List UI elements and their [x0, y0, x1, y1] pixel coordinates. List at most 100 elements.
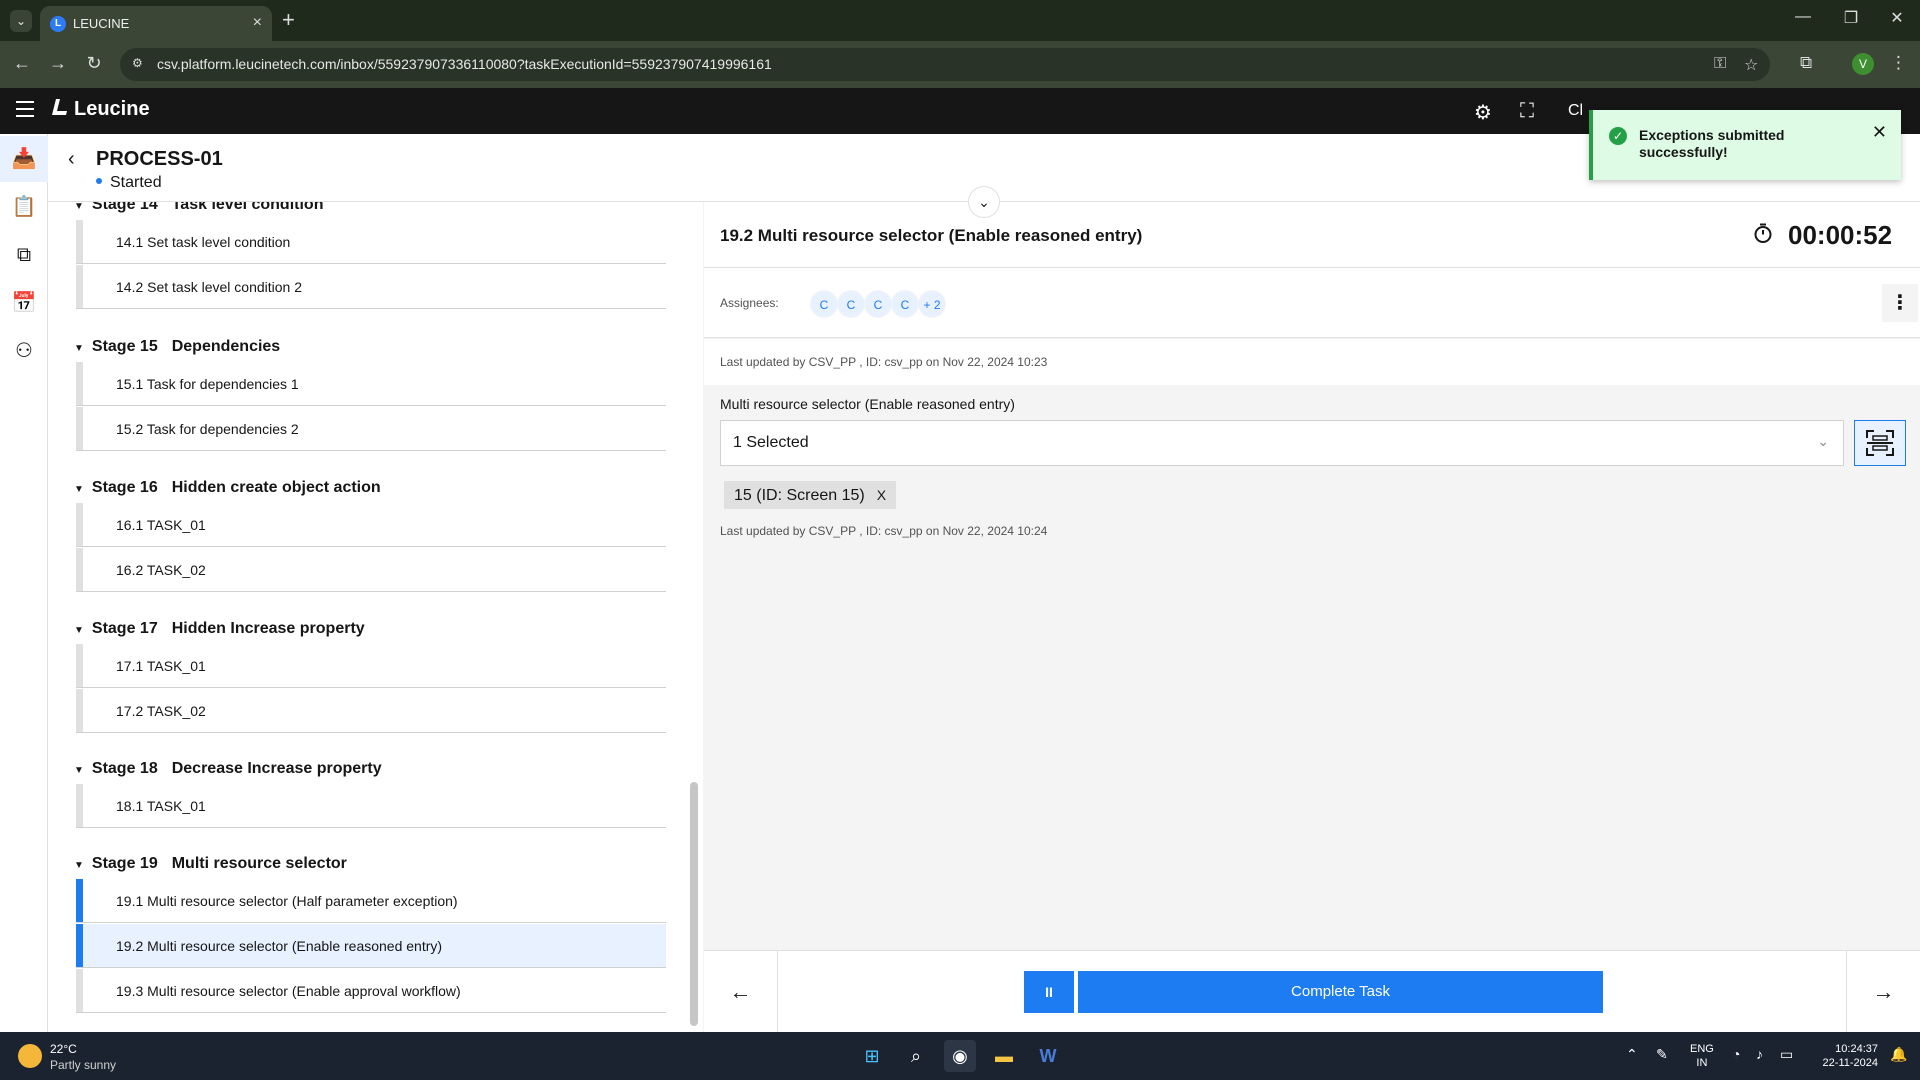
- assignees-label: Assignees:: [720, 296, 779, 310]
- task-item[interactable]: 16.2 TASK_02: [76, 548, 666, 592]
- back-arrow-icon[interactable]: ←: [10, 53, 34, 74]
- browser-tab-bar: ⌄ L LEUCINE × + — ❐ ✕: [0, 0, 1920, 41]
- leucine-logo[interactable]: Leucine: [50, 98, 150, 121]
- resource-select[interactable]: 1 Selected ⌄: [720, 420, 1844, 466]
- weather-sun-icon[interactable]: [18, 1044, 42, 1068]
- site-info-icon[interactable]: ⚙: [132, 56, 148, 72]
- scan-icon: [1866, 430, 1894, 456]
- reload-icon[interactable]: ↻: [82, 53, 106, 74]
- stage-name: Hidden Increase property: [171, 620, 365, 637]
- task-item[interactable]: 17.1 TASK_01: [76, 644, 666, 688]
- stage-header[interactable]: ▼ Stage 15 Dependencies: [74, 338, 280, 356]
- task-item[interactable]: 19.3 Multi resource selector (Enable app…: [76, 969, 666, 1013]
- toast-close-icon[interactable]: ✕: [1872, 122, 1887, 143]
- tab-close-icon[interactable]: ×: [253, 14, 262, 32]
- os-taskbar: 22°C Partly sunny ⊞ ⌕ ◉ ▬ W ⌃ ✎ ENG IN ◔ …: [0, 1032, 1920, 1080]
- complete-task-button[interactable]: Complete Task: [1078, 971, 1603, 1013]
- calendar-icon[interactable]: 📅: [0, 280, 48, 326]
- stage-name: Decrease Increase property: [171, 760, 382, 777]
- task-item[interactable]: 17.2 TASK_02: [76, 689, 666, 733]
- next-task-arrow-icon[interactable]: →: [1846, 951, 1920, 1033]
- process-icon[interactable]: ⧉: [0, 232, 48, 278]
- bookmark-star-icon[interactable]: ☆: [1744, 55, 1758, 75]
- chrome-icon[interactable]: ◉: [944, 1040, 976, 1072]
- browser-toolbar: ← → ↻ ⚙ csv.platform.leucinetech.com/inb…: [0, 41, 1920, 88]
- stage-header[interactable]: ▼ Stage 18 Decrease Increase property: [74, 760, 382, 778]
- address-bar[interactable]: ⚙ csv.platform.leucinetech.com/inbox/559…: [120, 48, 1770, 81]
- task-detail-panel: 19.2 Multi resource selector (Enable rea…: [704, 202, 1920, 950]
- hamburger-menu-icon[interactable]: [16, 101, 34, 117]
- stage-header[interactable]: ▼ Stage 16 Hidden create object action: [74, 479, 381, 497]
- previous-task-arrow-icon[interactable]: ←: [704, 951, 778, 1033]
- tray-chevron-icon[interactable]: ⌃: [1626, 1046, 1638, 1063]
- weather-temp[interactable]: 22°C: [50, 1042, 77, 1056]
- stopwatch-icon: [1754, 223, 1772, 243]
- notification-bell-icon[interactable]: 🔔: [1890, 1046, 1907, 1063]
- logo-text: Leucine: [74, 98, 150, 120]
- avatar[interactable]: C: [810, 290, 838, 318]
- language-indicator[interactable]: ENG IN: [1690, 1042, 1714, 1070]
- avatar-more[interactable]: + 2: [918, 290, 946, 318]
- scan-icon[interactable]: ⛶: [1520, 100, 1534, 123]
- tab-search-chevron-icon[interactable]: ⌄: [10, 10, 32, 32]
- checklist-icon[interactable]: 📋: [0, 184, 48, 230]
- task-item[interactable]: 16.1 TASK_01: [76, 503, 666, 547]
- avatar[interactable]: C: [864, 290, 892, 318]
- back-chevron-icon[interactable]: ‹: [68, 148, 75, 171]
- browser-menu-icon[interactable]: ⋮: [1890, 53, 1907, 73]
- password-key-icon[interactable]: ⚿: [1714, 55, 1726, 73]
- system-clock[interactable]: 10:24:37 22-11-2024: [1810, 1042, 1878, 1070]
- browser-tab[interactable]: L LEUCINE ×: [40, 6, 272, 41]
- collapse-chevron-icon[interactable]: ⌄: [968, 186, 1000, 218]
- avatar[interactable]: C: [837, 290, 865, 318]
- new-tab-plus-icon[interactable]: +: [282, 7, 295, 33]
- settings-gear-icon[interactable]: ⚙: [1474, 100, 1492, 125]
- task-item-selected[interactable]: 19.2 Multi resource selector (Enable rea…: [76, 924, 666, 968]
- word-icon[interactable]: W: [1032, 1040, 1064, 1072]
- search-icon[interactable]: ⌕: [900, 1040, 932, 1072]
- last-updated-text: Last updated by CSV_PP , ID: csv_pp on N…: [720, 355, 1048, 369]
- avatar[interactable]: C: [891, 290, 919, 318]
- caret-down-icon: ▼: [74, 343, 84, 354]
- wifi-icon[interactable]: ◔: [1732, 1046, 1740, 1062]
- scan-button[interactable]: [1854, 420, 1906, 466]
- weather-desc[interactable]: Partly sunny: [50, 1058, 116, 1072]
- task-item[interactable]: 14.1 Set task level condition: [76, 220, 666, 264]
- header-menu-item[interactable]: Cl: [1568, 102, 1583, 120]
- extensions-icon[interactable]: ⧉: [1800, 53, 1812, 73]
- task-item[interactable]: 18.1 TASK_01: [76, 784, 666, 828]
- check-circle-icon: ✓: [1609, 127, 1627, 145]
- ontology-icon[interactable]: ⚇: [0, 328, 48, 374]
- inbox-icon[interactable]: 📥: [0, 136, 48, 182]
- stage-list-scrollbar[interactable]: [690, 782, 698, 1026]
- task-label: 16.2 TASK_02: [116, 562, 206, 578]
- stage-number: Stage 18: [91, 760, 158, 777]
- file-explorer-icon[interactable]: ▬: [988, 1040, 1020, 1072]
- stage-header[interactable]: ▼ Stage 14 Task level condition: [74, 202, 323, 214]
- task-item[interactable]: 15.2 Task for dependencies 2: [76, 407, 666, 451]
- task-label: 19.2 Multi resource selector (Enable rea…: [116, 938, 443, 954]
- assignees-row: Assignees: C C C C + 2 ⋮: [704, 268, 1920, 338]
- more-options-icon[interactable]: ⋮: [1882, 284, 1918, 322]
- pause-button[interactable]: II: [1024, 971, 1074, 1013]
- chip-remove-icon[interactable]: X: [877, 487, 886, 503]
- pen-menu-icon[interactable]: ✎: [1656, 1046, 1668, 1063]
- stage-header[interactable]: ▼ Stage 17 Hidden Increase property: [74, 620, 365, 638]
- volume-icon[interactable]: ♪: [1756, 1046, 1763, 1062]
- window-close-icon[interactable]: ✕: [1882, 8, 1912, 28]
- task-label: 19.1 Multi resource selector (Half param…: [116, 893, 458, 909]
- windows-start-icon[interactable]: ⊞: [856, 1040, 888, 1072]
- task-item[interactable]: 19.1 Multi resource selector (Half param…: [76, 879, 666, 923]
- battery-icon[interactable]: ▭: [1780, 1046, 1793, 1063]
- task-item[interactable]: 14.2 Set task level condition 2: [76, 265, 666, 309]
- forward-arrow-icon[interactable]: →: [46, 53, 70, 74]
- minimize-icon[interactable]: —: [1788, 8, 1818, 26]
- task-item[interactable]: 15.1 Task for dependencies 1: [76, 362, 666, 406]
- profile-avatar[interactable]: V: [1852, 53, 1874, 75]
- left-nav-rail: 📥 📋 ⧉ 📅 ⚇: [0, 134, 48, 1032]
- url-text[interactable]: csv.platform.leucinetech.com/inbox/55923…: [157, 56, 772, 72]
- lang-bottom: IN: [1696, 1057, 1708, 1069]
- restore-icon[interactable]: ❐: [1836, 8, 1866, 28]
- last-updated-text: Last updated by CSV_PP , ID: csv_pp on N…: [720, 524, 1048, 538]
- stage-header[interactable]: ▼ Stage 19 Multi resource selector: [74, 855, 347, 873]
